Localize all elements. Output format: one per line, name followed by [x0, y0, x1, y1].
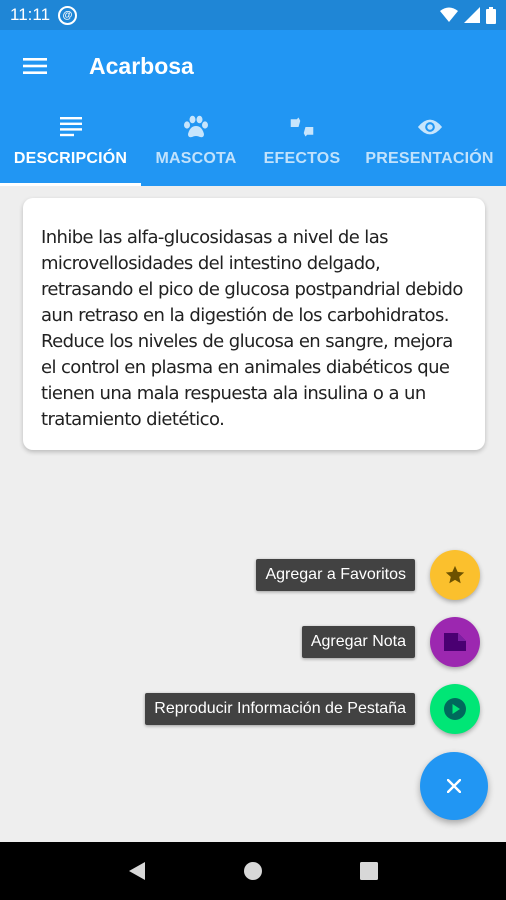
status-indicators — [440, 6, 496, 24]
tab-label: DESCRIPCIÓN — [13, 150, 128, 167]
menu-button[interactable] — [0, 30, 70, 102]
eye-icon — [417, 114, 443, 140]
tab-efectos[interactable]: EFECTOS — [251, 102, 353, 186]
thumbs-up-down-icon — [289, 114, 315, 140]
status-bar: 11:11 @ — [0, 0, 506, 30]
page-title: Acarbosa — [89, 52, 194, 79]
tab-descripcion[interactable]: DESCRIPCIÓN — [0, 102, 141, 186]
tab-presentacion[interactable]: PRESENTACIÓN — [353, 102, 506, 186]
recents-icon[interactable] — [359, 862, 378, 880]
speed-dial-close-button[interactable] — [420, 752, 488, 820]
sync-status-icon: @ — [58, 5, 78, 25]
note-icon — [444, 633, 466, 651]
battery-icon — [486, 6, 496, 24]
tab-label: PRESENTACIÓN — [365, 150, 494, 167]
add-favorite-button[interactable] — [430, 550, 480, 600]
play-info-label[interactable]: Reproducir Información de Pestaña — [145, 693, 415, 725]
tab-label: EFECTOS — [263, 150, 341, 167]
app-bar: Acarbosa — [0, 30, 506, 102]
play-info-button[interactable] — [430, 684, 480, 734]
play-icon — [444, 698, 466, 720]
tab-label: MASCOTA — [155, 150, 237, 167]
star-icon — [445, 565, 465, 584]
description-text: Inhibe las alfa-glucosidasas a nivel de … — [41, 227, 463, 430]
system-nav-bar — [0, 842, 506, 900]
tab-bar: DESCRIPCIÓN MASCOTA EFECTOS PRESENTACIÓN — [0, 102, 506, 186]
paw-icon — [183, 114, 209, 140]
description-card: Inhibe las alfa-glucosidasas a nivel de … — [23, 198, 485, 450]
wifi-icon — [440, 7, 458, 22]
add-note-label[interactable]: Agregar Nota — [301, 626, 415, 658]
signal-icon — [464, 7, 480, 23]
status-time: 11:11 — [10, 5, 51, 24]
home-icon[interactable] — [243, 861, 263, 881]
hamburger-menu-icon — [23, 58, 47, 74]
notes-icon — [58, 114, 84, 140]
add-note-button[interactable] — [430, 617, 480, 667]
close-icon — [447, 779, 461, 793]
add-favorite-label[interactable]: Agregar a Favoritos — [256, 559, 415, 591]
back-icon[interactable] — [128, 861, 146, 881]
tab-mascota[interactable]: MASCOTA — [141, 102, 251, 186]
